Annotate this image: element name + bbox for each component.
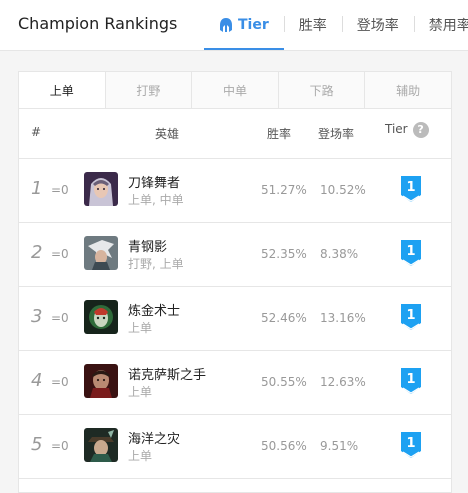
pick-rate: 9.51% xyxy=(320,439,359,453)
rank-change: =0 xyxy=(51,311,69,325)
champion-positions: 上单 xyxy=(128,449,153,463)
champion-positions: 上单, 中单 xyxy=(128,193,184,207)
win-rate: 50.56% xyxy=(261,439,307,453)
tier-value: 1 xyxy=(406,244,415,259)
champion-positions: 上单 xyxy=(128,385,153,399)
pick-rate: 13.16% xyxy=(320,311,366,325)
tier-badge-icon: 1 xyxy=(401,304,421,330)
rank-change: =0 xyxy=(51,375,69,389)
rank-number: 1 xyxy=(31,178,43,199)
rank-number: 3 xyxy=(31,306,43,327)
tab-win-rate[interactable]: 胜率 xyxy=(283,0,342,50)
rank-change: =0 xyxy=(51,247,69,261)
tab-tier[interactable]: Tier xyxy=(204,0,284,50)
tab-pick-rate[interactable]: 登场率 xyxy=(341,0,414,50)
tier-value: 1 xyxy=(406,372,415,387)
table-row[interactable]: 2 =0 青钢影 打野, 上单 52.35% 8.38% 1 xyxy=(19,223,451,287)
lane-tab-support[interactable]: 辅助 xyxy=(364,72,451,108)
champion-table: 1 =0 刀锋舞者 上单, 中单 51.27% 10.52% 1 2 =0 青钢… xyxy=(19,158,451,479)
tier-badge-icon: 1 xyxy=(401,368,421,394)
champion-avatar xyxy=(84,236,118,270)
champion-avatar xyxy=(84,428,118,462)
champion-name[interactable]: 青钢影 xyxy=(128,236,167,255)
col-tier: Tier? xyxy=(385,122,429,138)
pick-rate: 10.52% xyxy=(320,183,366,197)
champion-positions: 打野, 上单 xyxy=(128,257,184,271)
table-row[interactable]: 4 =0 诺克萨斯之手 上单 50.55% 12.63% 1 xyxy=(19,351,451,415)
tab-ban-rate[interactable]: 禁用率 xyxy=(413,0,468,50)
tab-tier-label: Tier xyxy=(238,17,269,33)
champion-avatar xyxy=(84,300,118,334)
win-rate: 51.27% xyxy=(261,183,307,197)
lane-tab-jungle[interactable]: 打野 xyxy=(104,72,192,108)
lane-tab-top[interactable]: 上单 xyxy=(19,72,105,108)
tier-value: 1 xyxy=(406,308,415,323)
win-rate: 52.46% xyxy=(261,311,307,325)
tier-badge-icon: 1 xyxy=(401,432,421,458)
champion-name[interactable]: 诺克萨斯之手 xyxy=(128,364,206,383)
champion-name[interactable]: 海洋之灾 xyxy=(128,428,180,447)
champion-name[interactable]: 刀锋舞者 xyxy=(128,172,180,191)
pick-rate: 8.38% xyxy=(320,247,359,261)
table-row[interactable]: 3 =0 炼金术士 上单 52.46% 13.16% 1 xyxy=(19,287,451,351)
rank-number: 4 xyxy=(31,370,43,391)
rank-change: =0 xyxy=(51,439,69,453)
help-icon[interactable]: ? xyxy=(412,122,429,138)
tier-helmet-icon xyxy=(220,18,232,32)
lane-tabs: 上单 打野 中单 下路 辅助 xyxy=(19,72,451,109)
col-champion: 英雄 xyxy=(155,127,180,141)
col-rank: # xyxy=(31,125,42,139)
lane-tab-mid[interactable]: 中单 xyxy=(191,72,278,108)
ranking-tabs: Tier 胜率 登场率 禁用率 xyxy=(204,0,468,50)
col-pick-rate[interactable]: 登场率 xyxy=(318,125,354,142)
champion-avatar xyxy=(84,364,118,398)
col-tier-label: Tier xyxy=(385,122,408,136)
champion-positions: 上单 xyxy=(128,321,153,335)
table-header: # 英雄 胜率 登场率 Tier? xyxy=(19,108,451,158)
tier-badge-icon: 1 xyxy=(401,176,421,202)
lane-tab-bot[interactable]: 下路 xyxy=(277,72,365,108)
rank-number: 5 xyxy=(31,434,43,455)
pick-rate: 12.63% xyxy=(320,375,366,389)
tier-value: 1 xyxy=(406,180,415,195)
rankings-panel: 上单 打野 中单 下路 辅助 # 英雄 胜率 登场率 Tier? 1 =0 刀锋… xyxy=(18,71,452,493)
win-rate: 50.55% xyxy=(261,375,307,389)
page-title: Champion Rankings xyxy=(18,14,178,33)
champion-name[interactable]: 炼金术士 xyxy=(128,300,180,319)
col-win-rate[interactable]: 胜率 xyxy=(267,125,291,142)
tier-badge-icon: 1 xyxy=(401,240,421,266)
tier-value: 1 xyxy=(406,436,415,451)
table-row[interactable]: 1 =0 刀锋舞者 上单, 中单 51.27% 10.52% 1 xyxy=(19,159,451,223)
win-rate: 52.35% xyxy=(261,247,307,261)
champion-avatar xyxy=(84,172,118,206)
top-bar: Champion Rankings Tier 胜率 登场率 禁用率 xyxy=(0,0,468,51)
rank-number: 2 xyxy=(31,242,43,263)
table-row[interactable]: 5 =0 海洋之灾 上单 50.56% 9.51% 1 xyxy=(19,415,451,479)
rank-change: =0 xyxy=(51,183,69,197)
